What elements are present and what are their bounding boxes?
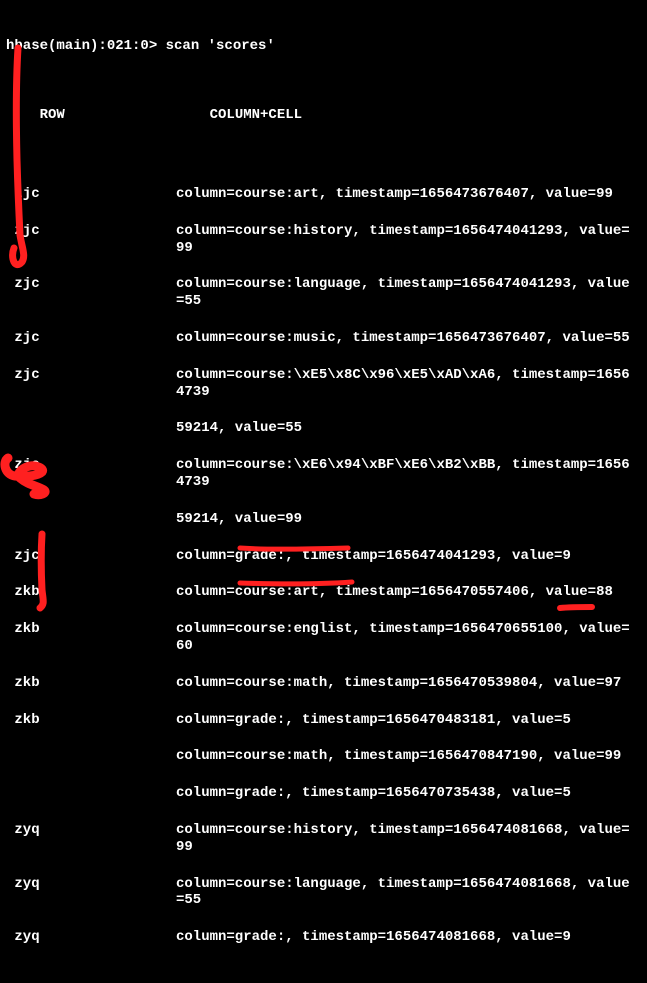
data-row: zjccolumn=course:\xE5\x8C\x96\xE5\xAD\xA… [6, 367, 641, 421]
row-key: zkb [6, 712, 176, 729]
data-row: zjccolumn=course:history, timestamp=1656… [6, 223, 641, 277]
command-prompt: hbase(main):021:0> scan 'scores' [6, 38, 641, 57]
data-row: zkbcolumn=course:math, timestamp=1656470… [6, 675, 641, 712]
row-key: zjc [6, 276, 176, 293]
header-row: ROWCOLUMN+CELL [6, 90, 641, 152]
cell-value: column=course:language, timestamp=165647… [176, 276, 636, 310]
cell-value: column=course:englist, timestamp=1656470… [176, 621, 636, 655]
data-row: zyqcolumn=course:history, timestamp=1656… [6, 822, 641, 876]
data-row: zjccolumn=course:\xE6\x94\xBF\xE6\xB2\xB… [6, 457, 641, 511]
data-row-continuation: 59214, value=99 [6, 511, 641, 548]
cell-value: column=grade:, timestamp=1656474041293, … [176, 548, 636, 565]
data-row: zjccolumn=course:art, timestamp=16564736… [6, 186, 641, 223]
data-row: column=grade:, timestamp=1656470735438, … [6, 785, 641, 822]
cell-value: column=grade:, timestamp=1656470735438, … [176, 785, 636, 802]
cell-continuation: 59214, value=55 [176, 420, 636, 437]
data-row: column=course:math, timestamp=1656470847… [6, 748, 641, 785]
row-key: zyq [6, 822, 176, 839]
row-key: zkb [6, 621, 176, 638]
cell-value: column=course:\xE5\x8C\x96\xE5\xAD\xA6, … [176, 367, 636, 401]
cell-value: column=grade:, timestamp=1656474081668, … [176, 929, 636, 946]
data-row: zjccolumn=course:music, timestamp=165647… [6, 330, 641, 367]
row-key: zjc [6, 548, 176, 565]
cell-value: column=course:art, timestamp=16564705574… [176, 584, 636, 601]
row-key: zjc [6, 186, 176, 203]
cell-continuation: 59214, value=99 [176, 511, 636, 528]
data-row: zjccolumn=grade:, timestamp=165647404129… [6, 548, 641, 585]
rows-container: zjccolumn=course:art, timestamp=16564736… [6, 186, 641, 966]
cell-value: column=course:history, timestamp=1656474… [176, 223, 636, 257]
cell-value: column=course:\xE6\x94\xBF\xE6\xB2\xBB, … [176, 457, 636, 491]
cell-value: column=grade:, timestamp=1656470483181, … [176, 712, 636, 729]
cell-value: column=course:math, timestamp=1656470539… [176, 675, 636, 692]
data-row: zyqcolumn=course:language, timestamp=165… [6, 876, 641, 930]
cell-value: column=course:math, timestamp=1656470847… [176, 748, 636, 765]
terminal-output: hbase(main):021:0> scan 'scores' ROWCOLU… [6, 4, 641, 983]
data-row: zkbcolumn=course:englist, timestamp=1656… [6, 621, 641, 675]
data-row: zyqcolumn=grade:, timestamp=165647408166… [6, 929, 641, 966]
row-key: zjc [6, 367, 176, 384]
data-row: zjccolumn=course:language, timestamp=165… [6, 276, 641, 330]
data-row-continuation: 59214, value=55 [6, 420, 641, 457]
row-key: zyq [6, 876, 176, 893]
data-row: zkbcolumn=grade:, timestamp=165647048318… [6, 712, 641, 749]
row-key: zkb [6, 675, 176, 692]
cell-value: column=course:art, timestamp=16564736764… [176, 186, 636, 203]
row-key [6, 748, 176, 765]
row-key: zkb [6, 584, 176, 601]
header-col-label: COLUMN+CELL [210, 107, 302, 123]
row-key: zjc [6, 223, 176, 240]
header-row-label: ROW [40, 107, 210, 124]
data-row: zkbcolumn=course:art, timestamp=16564705… [6, 584, 641, 621]
cell-value: column=course:language, timestamp=165647… [176, 876, 636, 910]
row-key: zjc [6, 330, 176, 347]
cell-value: column=course:history, timestamp=1656474… [176, 822, 636, 856]
row-key [6, 785, 176, 802]
cell-value: column=course:music, timestamp=165647367… [176, 330, 636, 347]
row-key: zjc [6, 457, 176, 474]
row-key: zyq [6, 929, 176, 946]
